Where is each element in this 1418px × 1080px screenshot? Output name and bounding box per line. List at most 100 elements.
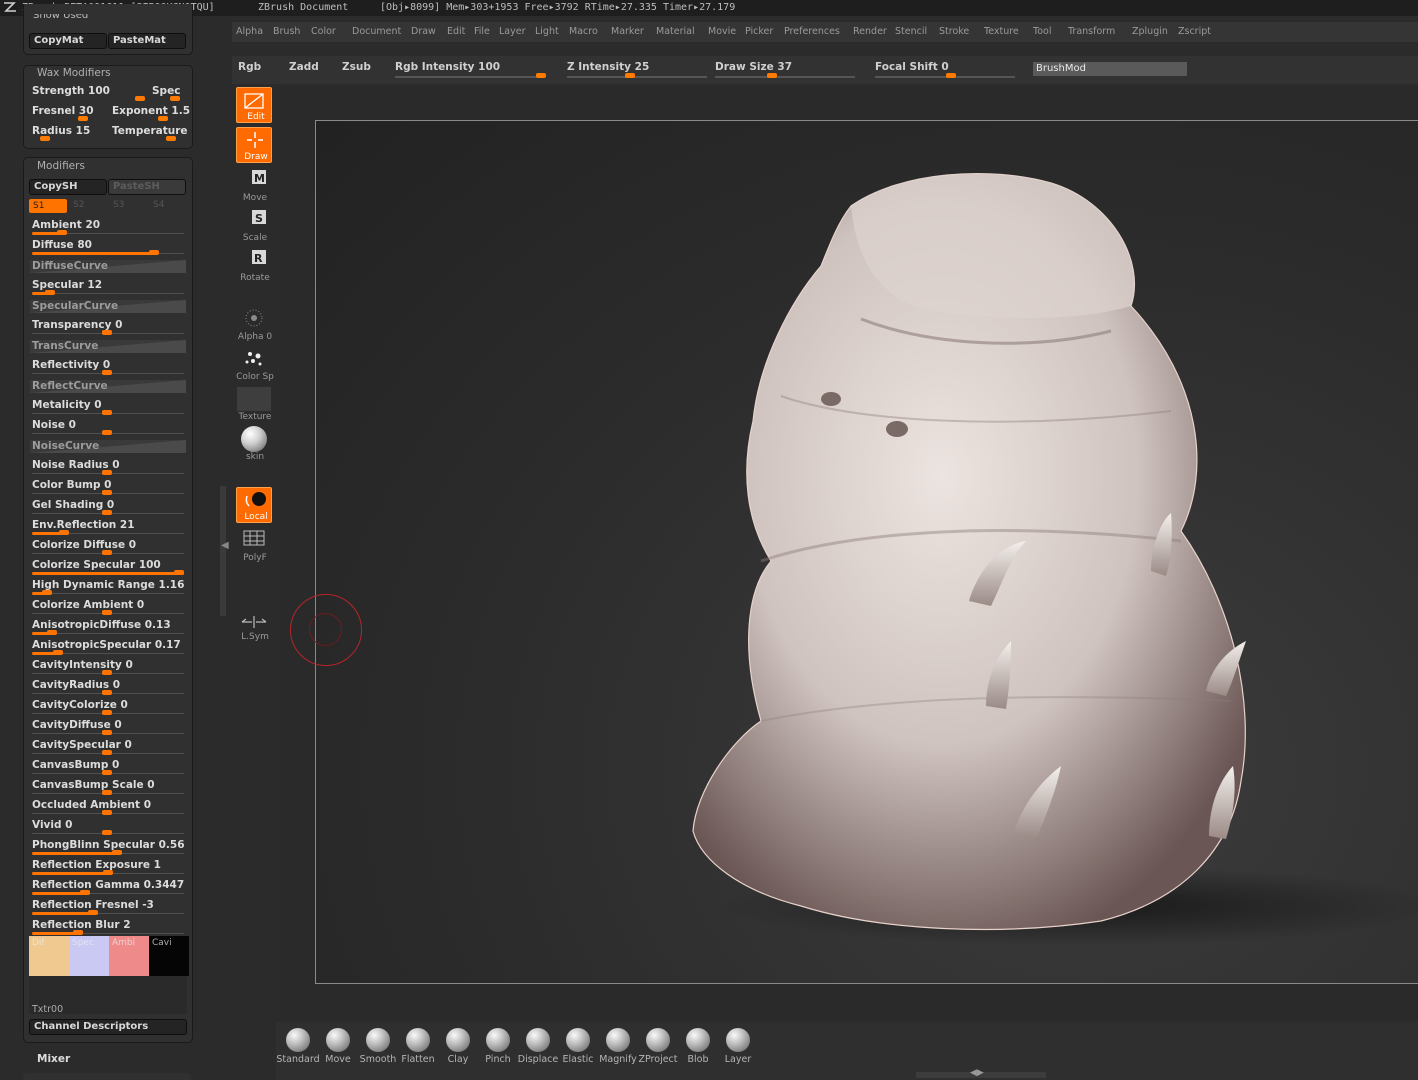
curve-editor[interactable]: SpecularCurve: [30, 300, 186, 313]
sculpt-model[interactable]: [316, 121, 1418, 984]
modifier-slider[interactable]: Colorize Ambient 0: [30, 598, 186, 616]
modifier-slider[interactable]: Reflectivity 0: [30, 358, 186, 376]
modifier-slider[interactable]: Reflection Gamma 0.3447: [30, 878, 186, 896]
shader-s2-button[interactable]: S2: [73, 200, 84, 210]
shader-s4-button[interactable]: S4: [153, 200, 164, 210]
shader-s1-button[interactable]: S1: [29, 199, 67, 213]
menu-render[interactable]: Render: [853, 24, 887, 40]
polyframe-button[interactable]: PolyF: [236, 527, 272, 563]
modifier-slider[interactable]: Metalicity 0: [30, 398, 186, 416]
scale-tool-button[interactable]: S Scale: [236, 207, 272, 243]
move-tool-button[interactable]: M Move: [236, 167, 272, 203]
z-intensity-knob[interactable]: [625, 73, 635, 78]
modifier-slider[interactable]: Transparency 0: [30, 318, 186, 336]
ambient-color-swatch[interactable]: Ambi: [109, 936, 149, 976]
modifier-slider[interactable]: CanvasBump 0: [30, 758, 186, 776]
slider-knob[interactable]: [102, 430, 112, 435]
wax-strength-slider[interactable]: Strength 100: [32, 85, 110, 97]
menu-macro[interactable]: Macro: [569, 24, 598, 40]
draw-size-knob[interactable]: [767, 73, 777, 78]
local-button[interactable]: Local: [236, 487, 272, 523]
collapse-arrow-icon[interactable]: ◀: [221, 540, 229, 551]
modifier-slider[interactable]: High Dynamic Range 1.16: [30, 578, 186, 596]
modifier-slider[interactable]: Reflection Fresnel -3: [30, 898, 186, 916]
menu-stencil[interactable]: Stencil: [895, 24, 927, 40]
menu-edit[interactable]: Edit: [447, 24, 465, 40]
modifier-slider[interactable]: Gel Shading 0: [30, 498, 186, 516]
focal-shift-track[interactable]: [875, 76, 1015, 78]
menu-zscript[interactable]: Zscript: [1178, 24, 1211, 40]
panel-splitter[interactable]: [220, 486, 226, 616]
slider-knob[interactable]: [174, 570, 184, 575]
wax-exponent-slider[interactable]: Exponent 1.5: [112, 105, 190, 117]
menu-file[interactable]: File: [474, 24, 490, 40]
menu-layer[interactable]: Layer: [499, 24, 526, 40]
modifier-slider[interactable]: AnisotropicDiffuse 0.13: [30, 618, 186, 636]
shelf-toggle-arrow-icon[interactable]: ◀▶: [970, 1068, 984, 1078]
pastesh-button[interactable]: PasteSH: [108, 179, 186, 195]
modifier-slider[interactable]: CavityColorize 0: [30, 698, 186, 716]
specular-color-swatch[interactable]: Spec: [69, 936, 109, 976]
modifier-slider[interactable]: Env.Reflection 21: [30, 518, 186, 536]
wax-temperature-knob[interactable]: [166, 136, 176, 141]
modifier-slider[interactable]: AnisotropicSpecular 0.17: [30, 638, 186, 656]
modifier-slider[interactable]: CavityRadius 0: [30, 678, 186, 696]
menu-picker[interactable]: Picker: [745, 24, 773, 40]
copysh-button[interactable]: CopySH: [29, 179, 107, 195]
brushmod-field[interactable]: BrushMod: [1033, 62, 1187, 76]
slider-knob[interactable]: [102, 830, 112, 835]
focal-shift-knob[interactable]: [946, 73, 956, 78]
channel-descriptors-button[interactable]: Channel Descriptors: [29, 1019, 187, 1035]
modifier-slider[interactable]: Reflection Blur 2: [30, 918, 186, 936]
curve-editor[interactable]: NoiseCurve: [30, 440, 186, 453]
mixer-title[interactable]: Mixer: [37, 1053, 70, 1065]
copymat-button[interactable]: CopyMat: [29, 33, 107, 49]
menu-texture[interactable]: Texture: [984, 24, 1019, 40]
modifier-slider[interactable]: CavityIntensity 0: [30, 658, 186, 676]
menu-movie[interactable]: Movie: [708, 24, 736, 40]
focal-shift-slider[interactable]: Focal Shift 0: [875, 61, 949, 73]
document-canvas[interactable]: [315, 120, 1418, 984]
modifier-slider[interactable]: Colorize Specular 100: [30, 558, 186, 576]
draw-size-track[interactable]: [715, 76, 855, 78]
modifier-slider[interactable]: Color Bump 0: [30, 478, 186, 496]
cavity-color-swatch[interactable]: Cavi: [149, 936, 189, 976]
rotate-tool-button[interactable]: R Rotate: [236, 247, 272, 283]
texture-button[interactable]: Texture: [236, 386, 272, 422]
menu-transform[interactable]: Transform: [1068, 24, 1115, 40]
wax-exponent-knob[interactable]: [158, 116, 168, 121]
curve-editor[interactable]: DiffuseCurve: [30, 260, 186, 273]
wax-strength-knob[interactable]: [135, 96, 145, 101]
material-button[interactable]: skin: [236, 426, 272, 462]
menu-light[interactable]: Light: [535, 24, 559, 40]
menu-tool[interactable]: Tool: [1033, 24, 1051, 40]
modifier-slider[interactable]: CanvasBump Scale 0: [30, 778, 186, 796]
modifier-slider[interactable]: Ambient 20: [30, 218, 186, 236]
curve-editor[interactable]: ReflectCurve: [30, 380, 186, 393]
edit-tool-button[interactable]: Edit: [236, 87, 272, 123]
modifier-slider[interactable]: Colorize Diffuse 0: [30, 538, 186, 556]
modifier-slider[interactable]: Diffuse 80: [30, 238, 186, 256]
menu-marker[interactable]: Marker: [611, 24, 644, 40]
draw-tool-button[interactable]: Draw: [236, 127, 272, 163]
slider-knob[interactable]: [149, 250, 159, 255]
rgb-intensity-track[interactable]: [395, 76, 545, 78]
zadd-button[interactable]: Zadd: [289, 61, 319, 73]
modifier-slider[interactable]: PhongBlinn Specular 0.56: [30, 838, 186, 856]
z-intensity-track[interactable]: [567, 76, 707, 78]
menu-alpha[interactable]: Alpha: [236, 24, 263, 40]
brush-layer-button[interactable]: Layer: [718, 1026, 758, 1066]
wax-radius-knob[interactable]: [40, 136, 50, 141]
diffuse-color-swatch[interactable]: Dif: [29, 936, 69, 976]
shader-s3-button[interactable]: S3: [113, 200, 124, 210]
menu-stroke[interactable]: Stroke: [939, 24, 969, 40]
wax-temperature-slider[interactable]: Temperature: [112, 125, 188, 137]
menu-document[interactable]: Document: [352, 24, 401, 40]
color-spray-button[interactable]: Color Sp: [236, 346, 274, 382]
lsym-button[interactable]: L.Sym: [236, 606, 272, 642]
rgb-intensity-slider[interactable]: Rgb Intensity 100: [395, 61, 500, 73]
modifier-slider[interactable]: CavitySpecular 0: [30, 738, 186, 756]
rgb-intensity-knob[interactable]: [536, 73, 546, 78]
pastemat-button[interactable]: PasteMat: [108, 33, 186, 49]
draw-size-slider[interactable]: Draw Size 37: [715, 61, 792, 73]
